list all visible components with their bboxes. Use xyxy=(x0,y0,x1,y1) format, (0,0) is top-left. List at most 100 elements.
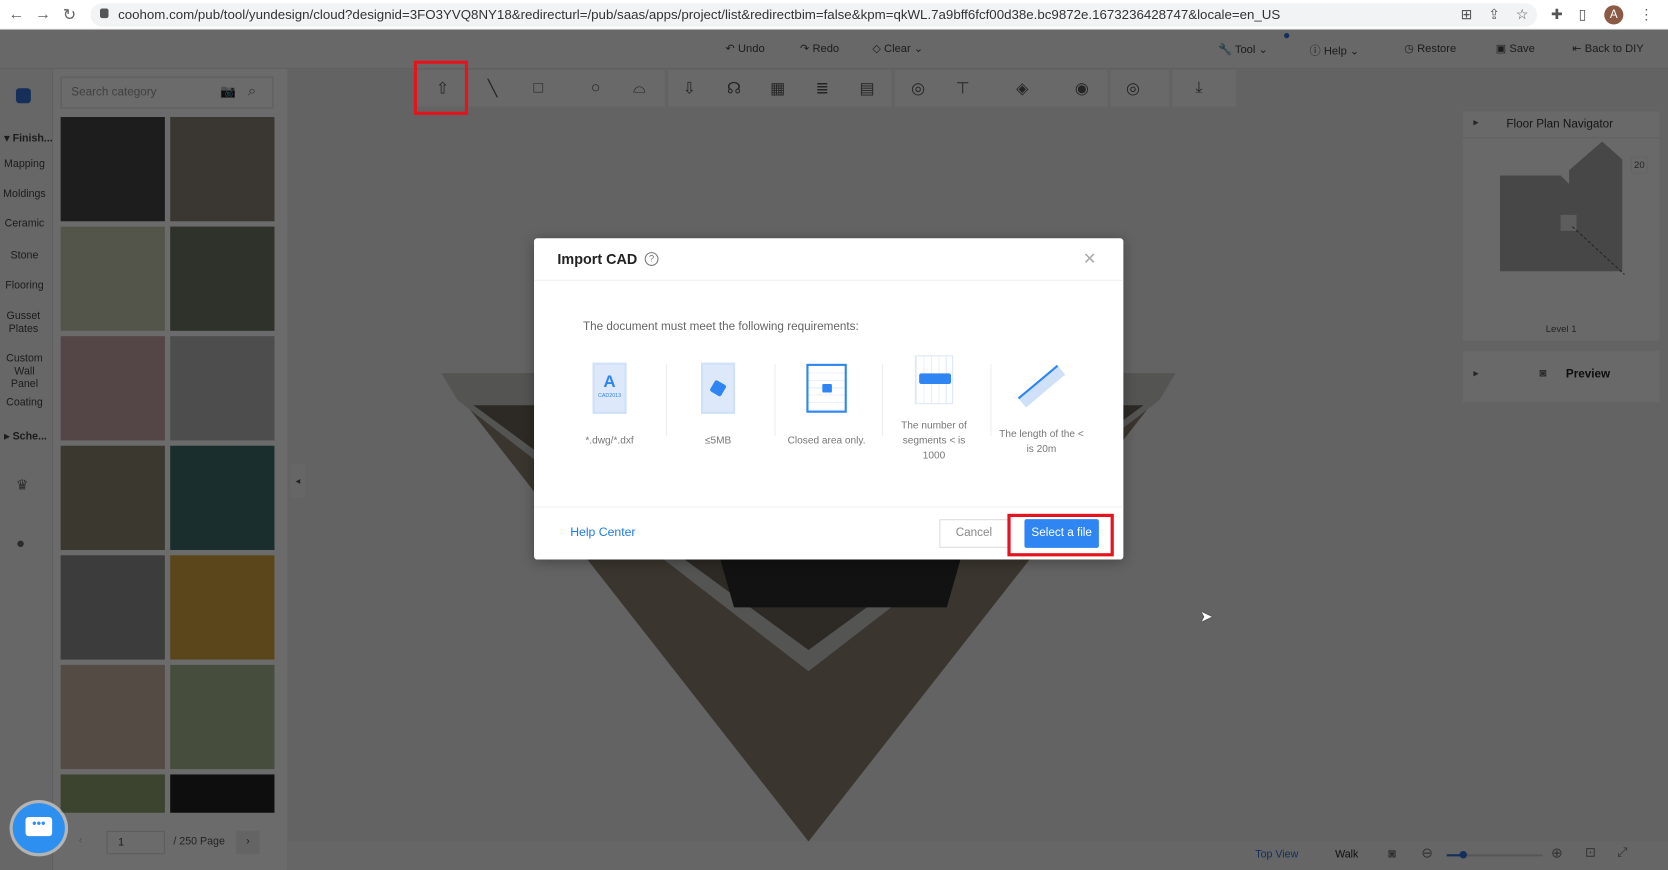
notification-dot xyxy=(1284,32,1290,39)
category-gusset-plates[interactable]: Gusset Plates xyxy=(2,311,45,337)
category-stone[interactable]: Stone xyxy=(0,250,49,263)
stairs-icon[interactable]: ≣ xyxy=(811,79,834,98)
category-moldings[interactable]: Moldings xyxy=(0,188,49,201)
zoom-slider[interactable] xyxy=(1446,851,1543,859)
download-icon[interactable]: ⤓ xyxy=(1187,79,1210,97)
mouse-cursor-icon: ➤ xyxy=(1199,607,1213,625)
category-label: Finish... xyxy=(12,132,53,145)
visibility-icon[interactable]: ◎ xyxy=(1121,79,1144,98)
material-tile[interactable] xyxy=(170,555,275,660)
translate-icon[interactable]: ⊞ xyxy=(1461,6,1473,23)
material-tile[interactable] xyxy=(60,336,165,441)
scale-badge: 20 xyxy=(1630,156,1648,174)
close-icon[interactable]: ✕ xyxy=(1083,249,1096,268)
preview-button[interactable]: Preview xyxy=(1566,368,1610,381)
chat-support-button[interactable]: ••• xyxy=(12,803,65,854)
material-tile[interactable] xyxy=(60,774,165,813)
help-menu[interactable]: ⓘ Help ⌄ xyxy=(1310,43,1360,59)
material-tile[interactable] xyxy=(60,555,165,660)
page-input[interactable]: 1 xyxy=(106,830,165,855)
requirement-label: ≤5MB xyxy=(704,435,732,447)
material-tile[interactable] xyxy=(170,445,275,550)
camera-search-icon[interactable]: 📷 xyxy=(220,84,236,99)
lock-icon xyxy=(99,8,109,19)
chat-icon: ••• xyxy=(25,817,53,837)
category-mapping[interactable]: Mapping xyxy=(0,159,49,172)
restore-button[interactable]: ◷ Restore xyxy=(1404,43,1456,56)
requirement-label: *.dwg/*.dxf xyxy=(585,435,634,447)
menu-icon[interactable]: ⋮ xyxy=(1639,6,1653,23)
category-scheme[interactable]: ▸ Sche... xyxy=(0,431,53,444)
render-icon[interactable]: ◉ xyxy=(1070,79,1093,98)
align-icon[interactable]: ⊤ xyxy=(951,79,974,98)
material-tile[interactable] xyxy=(60,664,165,770)
cad-file-icon: A CAD2013 xyxy=(592,362,627,414)
cancel-button[interactable]: Cancel xyxy=(939,519,1009,548)
material-tile[interactable] xyxy=(60,226,165,331)
cad-icon-version: CAD2013 xyxy=(598,392,622,399)
help-icon[interactable]: ? xyxy=(644,252,659,266)
profile-avatar[interactable]: A xyxy=(1604,5,1624,25)
crown-icon[interactable]: ♛ xyxy=(16,477,28,494)
prev-page-button[interactable]: ‹ xyxy=(79,835,83,847)
tool-menu[interactable]: 🔧 Tool ⌄ xyxy=(1218,43,1268,57)
level-label[interactable]: Level 1 xyxy=(1546,323,1577,334)
circle-icon[interactable]: ○ xyxy=(584,79,607,97)
category-custom-wall-panel[interactable]: Custom Wall Panel xyxy=(0,353,49,391)
material-tile[interactable] xyxy=(170,664,275,770)
requirement-segments: The number of segments < is 1000 xyxy=(882,355,986,464)
cabinet-icon[interactable]: ▤ xyxy=(855,79,878,98)
requirements-intro: The document must meet the following req… xyxy=(582,320,859,333)
save-button[interactable]: ▣ Save xyxy=(1496,43,1535,56)
rectangle-room-icon[interactable]: □ xyxy=(527,79,550,97)
undo-button[interactable]: ↶ Undo xyxy=(726,43,765,56)
forward-icon[interactable]: → xyxy=(35,5,51,23)
material-tile[interactable] xyxy=(60,445,165,550)
window-icon[interactable]: ▦ xyxy=(766,79,789,98)
clear-button[interactable]: ◇ Clear ⌄ xyxy=(872,43,923,56)
category-flooring[interactable]: Flooring xyxy=(0,280,49,293)
share-icon[interactable]: ⇪ xyxy=(1488,6,1500,23)
measure-icon[interactable]: ◎ xyxy=(906,79,929,98)
extensions-icon[interactable]: ✚ xyxy=(1551,6,1563,23)
category-ceramic[interactable]: Ceramic xyxy=(0,218,49,231)
material-tile[interactable] xyxy=(170,774,275,813)
collapse-panel-handle[interactable]: ◂ xyxy=(290,463,306,498)
next-page-button[interactable]: › xyxy=(236,830,260,855)
opening-icon[interactable]: ☊ xyxy=(722,79,745,98)
screenshot-icon[interactable]: ◙ xyxy=(1388,846,1396,861)
arc-icon[interactable]: ⌓ xyxy=(628,79,651,97)
ruler-icon xyxy=(1017,364,1066,408)
search-category-input[interactable]: Search category xyxy=(60,76,274,109)
fullscreen-icon[interactable]: ⤢ xyxy=(1617,845,1627,861)
star-icon[interactable]: ☆ xyxy=(1516,6,1528,23)
collapse-navigator-icon[interactable]: ▸ xyxy=(1473,117,1478,129)
top-view-button[interactable]: Top View xyxy=(1255,849,1298,861)
zoom-out-icon[interactable]: ⊖ xyxy=(1421,845,1433,862)
requirement-closed-area: Closed area only. xyxy=(774,355,878,449)
expand-preview-icon[interactable]: ▸ xyxy=(1473,368,1478,380)
material-tile[interactable] xyxy=(170,336,275,441)
walk-button[interactable]: Walk xyxy=(1335,849,1358,861)
material-brush-icon[interactable]: ◈ xyxy=(1011,79,1034,98)
back-icon[interactable]: ← xyxy=(9,5,25,23)
reload-icon[interactable]: ↻ xyxy=(63,5,76,24)
material-tile[interactable] xyxy=(170,226,275,331)
draw-wall-icon[interactable]: ╲ xyxy=(481,79,504,98)
category-finish[interactable]: ▾ Finish... xyxy=(0,133,53,146)
redo-button[interactable]: ↷ Redo xyxy=(800,43,839,56)
material-tile[interactable] xyxy=(170,117,275,222)
sidepanel-icon[interactable]: ▯ xyxy=(1579,6,1587,23)
materials-icon[interactable] xyxy=(15,88,31,104)
closed-area-icon xyxy=(806,363,847,413)
help-center-link[interactable]: Help Center xyxy=(570,527,635,540)
search-icon[interactable]: ⌕ xyxy=(248,82,256,100)
zoom-in-icon[interactable]: ⊕ xyxy=(1551,845,1563,862)
user-icon[interactable]: ● xyxy=(16,534,25,551)
fit-view-icon[interactable]: ⊡ xyxy=(1585,845,1596,860)
address-bar[interactable]: coohom.com/pub/tool/yundesign/cloud?desi… xyxy=(90,3,1538,27)
door-icon[interactable]: ⇩ xyxy=(678,79,701,98)
material-tile[interactable] xyxy=(60,117,165,222)
back-to-diy-button[interactable]: ⇤ Back to DIY xyxy=(1572,43,1643,56)
category-coating[interactable]: Coating xyxy=(0,397,49,410)
